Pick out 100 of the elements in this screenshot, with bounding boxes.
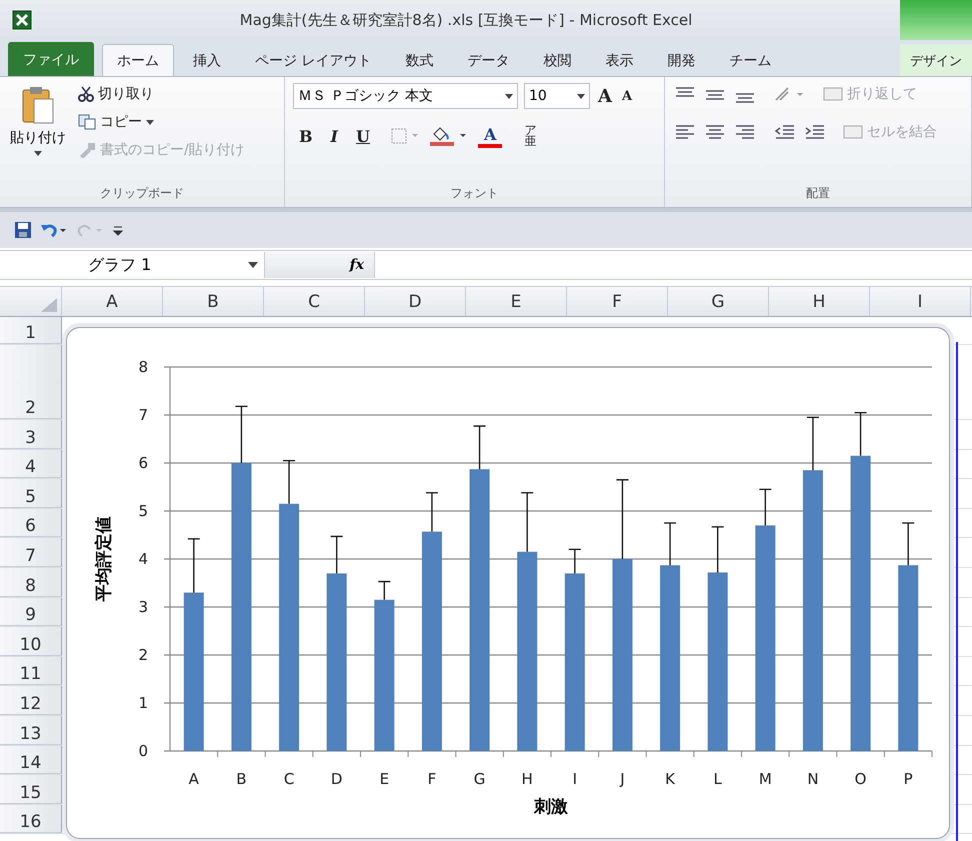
- x-axis-title: 刺激: [534, 797, 568, 817]
- column-header[interactable]: G: [668, 287, 769, 316]
- column-header[interactable]: I: [870, 287, 971, 316]
- column-header[interactable]: F: [567, 287, 668, 316]
- phonetic-guide-button[interactable]: ア 亜: [518, 123, 542, 149]
- x-tick-label: H: [522, 770, 533, 788]
- save-icon[interactable]: [14, 221, 32, 239]
- spreadsheet-app-icon: [12, 10, 32, 30]
- y-tick-label: 3: [138, 598, 148, 616]
- row-header[interactable]: 11: [0, 656, 62, 686]
- column-header[interactable]: E: [466, 287, 567, 316]
- copy-icon: [78, 114, 96, 130]
- column-header[interactable]: C: [264, 287, 365, 316]
- decrease-indent-icon[interactable]: [773, 123, 797, 141]
- ribbon-tab[interactable]: ホーム: [102, 44, 174, 76]
- y-tick-label: 2: [138, 646, 148, 664]
- italic-button[interactable]: I: [324, 124, 344, 148]
- row-header[interactable]: 8: [0, 568, 62, 597]
- caret-icon: [577, 94, 585, 98]
- error-bar: [425, 492, 439, 532]
- x-tick-label: J: [620, 770, 625, 788]
- row-header[interactable]: 10: [0, 627, 62, 656]
- ribbon-tab[interactable]: データ: [452, 44, 524, 76]
- shrink-font-button[interactable]: A: [620, 88, 634, 104]
- error-bar: [854, 412, 868, 456]
- caret-icon: [146, 120, 154, 124]
- error-bar: [330, 536, 344, 574]
- row-header[interactable]: 15: [0, 775, 62, 804]
- caret-icon: [248, 262, 258, 268]
- row-header[interactable]: 1: [0, 317, 62, 344]
- increase-indent-icon[interactable]: [803, 123, 827, 141]
- font-size-field[interactable]: 10: [524, 83, 590, 109]
- insert-function-button[interactable]: fx: [265, 252, 375, 278]
- ribbon-tab[interactable]: 表示: [590, 44, 648, 76]
- align-left-icon[interactable]: [673, 123, 697, 141]
- error-bar: [472, 425, 486, 470]
- scissors-icon: [78, 86, 94, 102]
- underline-button[interactable]: U: [350, 124, 376, 148]
- caret-icon: [34, 151, 42, 156]
- x-tick-label: F: [428, 770, 436, 788]
- y-tick-label: 1: [138, 694, 148, 712]
- paste-button[interactable]: 貼り付け: [8, 83, 68, 185]
- row-header[interactable]: 3: [0, 420, 62, 449]
- row-header[interactable]: 2: [0, 345, 62, 419]
- ribbon-tab[interactable]: チーム: [714, 44, 786, 76]
- x-tick-label: E: [380, 770, 390, 788]
- x-tick-label: C: [284, 770, 294, 788]
- row-header[interactable]: 6: [0, 508, 62, 538]
- row-header[interactable]: 13: [0, 716, 62, 745]
- error-bar: [711, 526, 724, 574]
- x-tick-label: O: [854, 770, 866, 788]
- row-header[interactable]: 16: [0, 804, 62, 834]
- y-tick-label: 7: [138, 406, 148, 424]
- y-axis-title: 平均評定値: [94, 516, 114, 602]
- ribbon-tab[interactable]: 校閲: [528, 44, 586, 76]
- row-header[interactable]: 14: [0, 746, 62, 774]
- copy-button[interactable]: コピー: [76, 111, 247, 133]
- x-tick-label: M: [758, 770, 772, 788]
- y-tick-label: 5: [138, 502, 148, 520]
- column-header[interactable]: A: [62, 287, 163, 316]
- error-bar: [520, 492, 534, 552]
- error-bar: [378, 580, 391, 600]
- brush-icon: [78, 142, 96, 158]
- bold-button[interactable]: B: [293, 124, 319, 148]
- row-header[interactable]: 9: [0, 598, 62, 626]
- align-right-icon[interactable]: [733, 123, 757, 141]
- font-color-button[interactable]: A: [478, 124, 502, 148]
- error-bar: [234, 406, 248, 464]
- error-bar: [663, 522, 677, 566]
- y-tick-label: 0: [138, 742, 148, 760]
- column-header[interactable]: B: [163, 287, 264, 316]
- x-tick-label: P: [904, 770, 913, 788]
- error-bar: [758, 488, 772, 526]
- column-header[interactable]: D: [365, 287, 466, 316]
- ribbon-tab[interactable]: 開発: [652, 44, 710, 76]
- column-header[interactable]: H: [769, 287, 870, 316]
- row-header[interactable]: 7: [0, 538, 62, 567]
- font-name-field[interactable]: ＭＳ Ｐゴシック 本文: [293, 83, 518, 109]
- ribbon-tab[interactable]: デザイン: [900, 44, 972, 76]
- error-bar: [187, 538, 200, 594]
- error-bar: [902, 522, 915, 566]
- align-center-icon[interactable]: [703, 123, 727, 141]
- x-tick-label: B: [236, 770, 247, 788]
- merge-cells-icon: [843, 124, 863, 140]
- error-bar: [568, 548, 582, 574]
- file-tab[interactable]: ファイル: [8, 42, 94, 76]
- row-header[interactable]: 4: [0, 450, 62, 478]
- y-tick-label: 6: [138, 454, 148, 472]
- caret-icon: [505, 94, 513, 98]
- cut-button[interactable]: 切り取り: [76, 83, 247, 105]
- x-tick-label: L: [714, 770, 722, 788]
- grow-font-button[interactable]: A: [596, 86, 614, 106]
- x-tick-label: I: [572, 770, 578, 788]
- ribbon-tab[interactable]: 挿入: [178, 44, 236, 76]
- x-tick-label: A: [188, 770, 199, 788]
- error-bar: [282, 460, 296, 504]
- row-header[interactable]: 12: [0, 686, 62, 715]
- ribbon-tab[interactable]: 数式: [390, 44, 448, 76]
- row-header[interactable]: 5: [0, 479, 62, 508]
- ribbon-tab[interactable]: ページ レイアウト: [240, 44, 386, 76]
